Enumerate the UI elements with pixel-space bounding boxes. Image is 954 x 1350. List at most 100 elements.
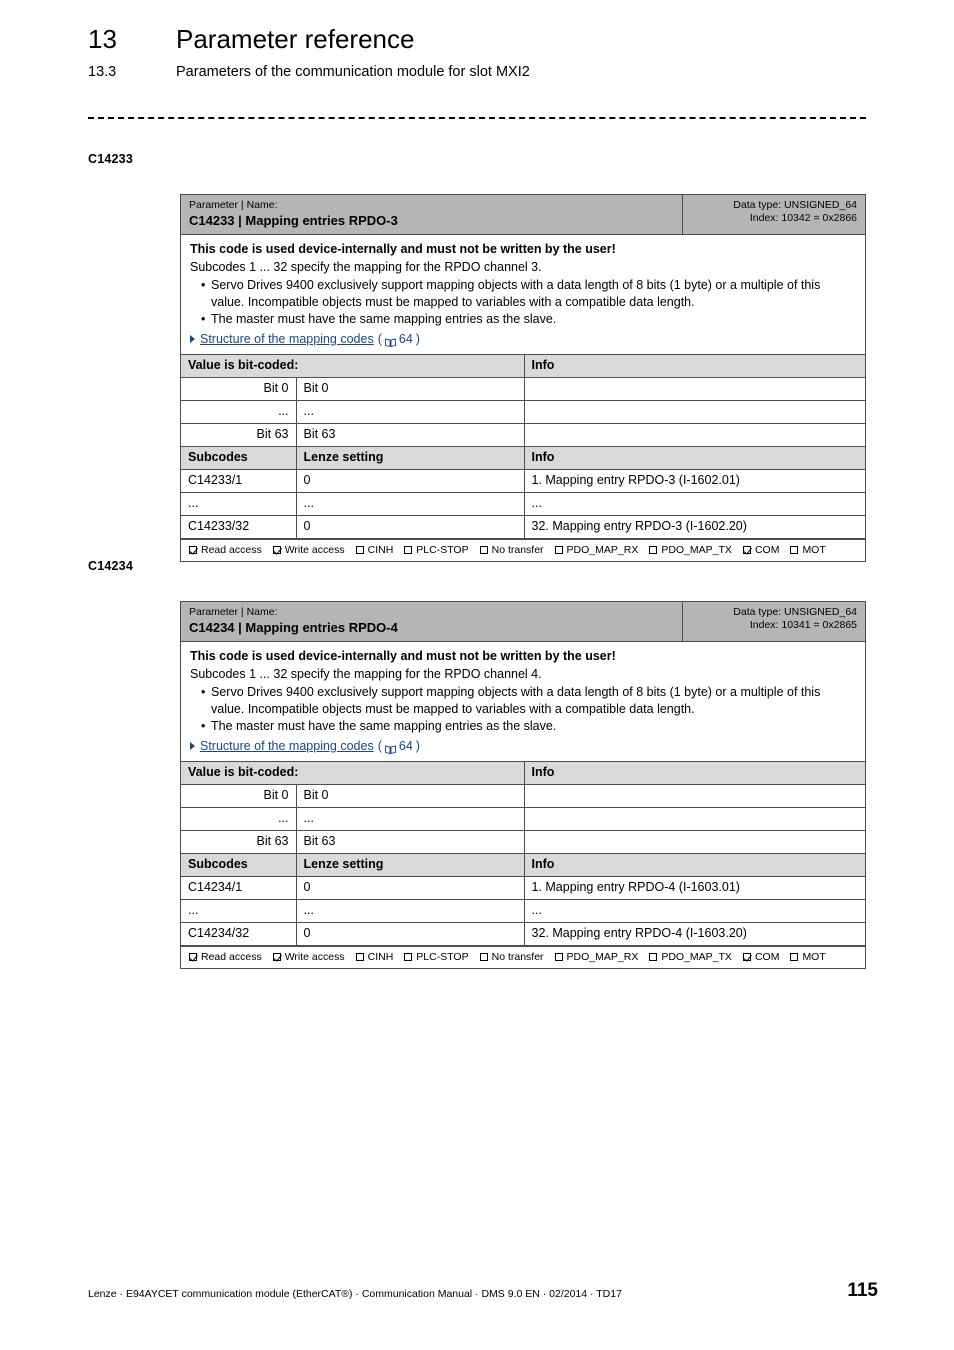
chapter-heading: 13 Parameter reference (88, 24, 878, 55)
table-header-row: Value is bit-coded: Info (181, 762, 865, 785)
access-flag-label: COM (754, 951, 780, 963)
access-flag[interactable]: CINH (355, 543, 393, 557)
access-flag[interactable]: COM (742, 543, 779, 557)
lenze-setting-cell: 0 (295, 922, 525, 946)
access-flag[interactable]: PDO_MAP_TX (649, 543, 732, 557)
access-flag-label: PLC-STOP (416, 544, 469, 556)
table-header-row: Subcodes Lenze setting Info (181, 447, 865, 470)
parameter-description: This code is used device-internally and … (181, 235, 865, 355)
parameter-block: Parameter | Name: C14234 | Mapping entrie… (180, 601, 866, 969)
table-row: C14233/1 0 1. Mapping entry RPDO-3 (I-1602… (181, 469, 865, 493)
checkbox-checked-icon[interactable] (272, 953, 281, 961)
lenze-setting-cell: 0 (295, 876, 525, 900)
bit-info-cell (523, 400, 865, 424)
parameter-meta-cell: Data type: UNSIGNED_64 Index: 10342 = 0x2… (683, 195, 865, 234)
access-flag[interactable]: COM (742, 950, 780, 964)
access-flag[interactable]: MOT (790, 950, 826, 964)
access-flag[interactable]: MOT (790, 543, 826, 557)
parameter-name: C14233 | Mapping entries RPDO-3 (189, 213, 398, 228)
access-flag[interactable]: Read access (189, 543, 262, 557)
table-row: ......... (181, 492, 865, 516)
column-header-info: Info (523, 854, 865, 877)
cross-reference-link[interactable]: Structure of the mapping codes (200, 738, 374, 755)
cross-reference-link[interactable]: Structure of the mapping codes (200, 331, 374, 348)
checkbox-checked-icon[interactable] (189, 546, 197, 554)
cross-reference-row[interactable]: Structure of the mapping codes(64) (190, 738, 856, 755)
description-bullet: The master must have the same mapping en… (190, 718, 856, 735)
table-header-row: Subcodes Lenze setting Info (181, 854, 865, 877)
checkbox-checked-icon[interactable] (742, 546, 751, 554)
table-row: ...... (181, 400, 865, 424)
access-flag[interactable]: Write access (272, 543, 345, 557)
access-flag-label: MOT (802, 544, 826, 556)
cross-reference-page-number: 64 (398, 738, 413, 753)
book-icon (384, 335, 396, 348)
cross-reference-row[interactable]: Structure of the mapping codes(64) (190, 331, 856, 348)
bit-label-cell: ... (295, 807, 525, 831)
description-bullet: The master must have the same mapping en… (190, 311, 856, 328)
document-page: 13 Parameter reference 13.3 Parameters o… (0, 0, 954, 1350)
access-flag-label: Read access (201, 544, 262, 556)
checkbox-unchecked-icon[interactable] (649, 953, 658, 961)
column-header-info: Info (523, 762, 865, 785)
checkbox-unchecked-icon[interactable] (479, 546, 488, 554)
lenze-setting-cell: 0 (295, 469, 525, 493)
subcodes-table: Subcodes Lenze setting Info C14233/1 0 1. Map… (181, 447, 865, 539)
description-bullet-list: Servo Drives 9400 exclusively support ma… (190, 277, 856, 328)
access-flag[interactable]: PDO_MAP_RX (554, 950, 638, 964)
margin-code-label: C14234 (88, 559, 133, 573)
checkbox-unchecked-icon[interactable] (649, 546, 658, 554)
access-flag[interactable]: Write access (272, 950, 345, 964)
checkbox-unchecked-icon[interactable] (554, 546, 563, 554)
bit-label-cell: ... (295, 400, 525, 424)
triangle-right-icon (190, 334, 195, 343)
access-flag[interactable]: CINH (355, 950, 393, 964)
access-flag[interactable]: PLC-STOP (404, 950, 469, 964)
lenze-setting-cell: ... (295, 492, 525, 516)
bit-info-cell (523, 377, 865, 401)
header-divider (88, 117, 866, 119)
parameter-index: Index: 10341 = 0x2865 (749, 619, 857, 631)
checkbox-checked-icon[interactable] (272, 546, 281, 554)
checkbox-checked-icon[interactable] (742, 953, 751, 961)
column-header-info: Info (523, 447, 865, 470)
cross-reference-page-ref: (64) (377, 738, 420, 755)
chapter-number: 13 (88, 24, 117, 54)
access-flag[interactable]: PLC-STOP (404, 543, 469, 557)
subcode-info-cell: 1. Mapping entry RPDO-3 (I-1602.01) (523, 469, 865, 493)
subcode-cell: C14233/1 (181, 469, 297, 493)
table-row: ......... (181, 899, 865, 923)
bit-number-cell: Bit 63 (181, 830, 297, 854)
access-flag[interactable]: PDO_MAP_TX (649, 950, 732, 964)
footer-text: Lenze · E94AYCET communication module (E… (88, 1288, 622, 1300)
access-flag[interactable]: PDO_MAP_RX (554, 543, 638, 557)
checkbox-checked-icon[interactable] (189, 953, 197, 961)
parameter-name-cell: Parameter | Name: C14233 | Mapping entrie… (181, 195, 683, 234)
checkbox-unchecked-icon[interactable] (404, 953, 413, 961)
checkbox-unchecked-icon[interactable] (554, 953, 563, 961)
parameter-data-type: Data type: UNSIGNED_64 (733, 199, 857, 211)
bit-label-cell: Bit 0 (295, 377, 525, 401)
bit-number-cell: Bit 0 (181, 784, 297, 808)
subcode-cell: ... (181, 899, 297, 923)
parameter-data-type: Data type: UNSIGNED_64 (733, 606, 857, 618)
access-flag[interactable]: No transfer (479, 950, 544, 964)
access-flags-row: Read access Write access CINH PLC-STOP No tr… (181, 946, 865, 968)
checkbox-unchecked-icon[interactable] (479, 953, 488, 961)
parameter-name-cell: Parameter | Name: C14234 | Mapping entrie… (181, 602, 683, 641)
checkbox-unchecked-icon[interactable] (355, 953, 364, 961)
checkbox-unchecked-icon[interactable] (404, 546, 413, 554)
subcodes-table: Subcodes Lenze setting Info C14234/1 0 1. Map… (181, 854, 865, 946)
bit-info-cell (523, 423, 865, 447)
margin-code-label: C14233 (88, 152, 133, 166)
column-header-bit-coded: Value is bit-coded: (181, 762, 525, 785)
table-row: C14234/1 0 1. Mapping entry RPDO-4 (I-1603… (181, 876, 865, 900)
subcode-cell: C14234/32 (181, 922, 297, 946)
access-flag[interactable]: Read access (189, 950, 262, 964)
checkbox-unchecked-icon[interactable] (355, 546, 364, 554)
checkbox-unchecked-icon[interactable] (790, 953, 799, 961)
checkbox-unchecked-icon[interactable] (790, 546, 799, 554)
description-warning: This code is used device-internally and … (190, 242, 616, 256)
bit-info-cell (523, 807, 865, 831)
access-flag[interactable]: No transfer (479, 543, 544, 557)
